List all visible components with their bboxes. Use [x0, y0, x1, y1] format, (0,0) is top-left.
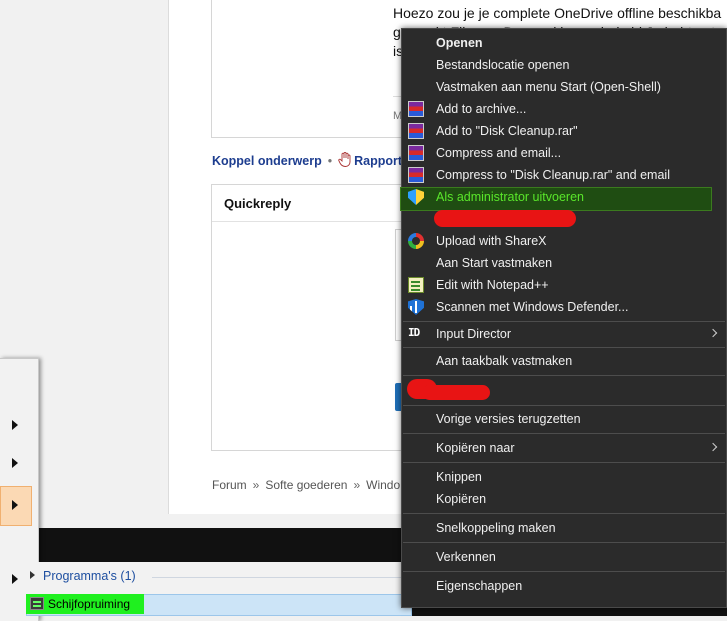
breadcrumb-windows[interactable]: Windo	[366, 478, 400, 492]
link-rapport[interactable]: Rapport	[354, 154, 402, 168]
menu-item-explorer[interactable]: Verkennen	[402, 546, 726, 568]
menu-separator	[403, 321, 725, 322]
chevron-right-icon[interactable]	[12, 458, 18, 468]
menu-item-label: Kopiëren naar	[436, 441, 515, 455]
input-director-icon: ID	[408, 326, 420, 339]
breadcrumb-softe-goederen[interactable]: Softe goederen	[265, 478, 347, 492]
breadcrumb-forum[interactable]: Forum	[212, 478, 247, 492]
menu-item-previous-versions[interactable]: Vorige versies terugzetten	[402, 408, 726, 430]
winrar-icon	[408, 101, 424, 117]
menu-item-pin-start[interactable]: Aan Start vastmaken	[402, 252, 726, 274]
menu-item-label: Vastmaken aan menu Start (Open-Shell)	[436, 80, 661, 94]
breadcrumb-sep: »	[252, 478, 260, 492]
menu-item-copy[interactable]: Kopiëren	[402, 488, 726, 510]
menu-separator	[403, 347, 725, 348]
chevron-right-icon[interactable]	[12, 500, 18, 510]
winrar-icon	[408, 123, 424, 139]
menu-item-copy-to[interactable]: Kopiëren naar	[402, 437, 726, 459]
uac-shield-icon	[408, 189, 424, 205]
menu-separator	[403, 375, 725, 376]
menu-item-run-as-admin[interactable]: Als administrator uitvoeren	[402, 186, 726, 208]
menu-item-label: Edit with Notepad++	[436, 278, 549, 292]
menu-item-label: Scannen met Windows Defender...	[436, 300, 629, 314]
menu-item-create-shortcut[interactable]: Snelkoppeling maken	[402, 517, 726, 539]
programs-group-header[interactable]: Programma's (1)	[30, 569, 136, 583]
caret-right-icon	[30, 571, 35, 579]
menu-item-defender[interactable]: Scannen met Windows Defender...	[402, 296, 726, 318]
menu-item-sharex[interactable]: Upload with ShareX	[402, 230, 726, 252]
post-line: Hoezo zou je je complete OneDrive offlin…	[393, 5, 722, 21]
winrar-icon	[408, 167, 424, 183]
menu-item-label: Verkennen	[436, 550, 496, 564]
menu-item-label: Als administrator uitvoeren	[436, 190, 584, 204]
menu-item-open[interactable]: Openen	[402, 32, 726, 54]
menu-item-label: Upload with ShareX	[436, 234, 547, 248]
menu-item-label: Vorige versies terugzetten	[436, 412, 581, 426]
group-divider	[152, 577, 408, 578]
disk-cleanup-icon	[30, 597, 44, 610]
menu-item-label: Kopiëren	[436, 492, 487, 506]
menu-item-pin-start-openshell[interactable]: Vastmaken aan menu Start (Open-Shell)	[402, 76, 726, 98]
breadcrumb-sep: »	[353, 478, 361, 492]
menu-item-pin-taskbar[interactable]: Aan taakbalk vastmaken	[402, 350, 726, 372]
menu-item-properties[interactable]: Eigenschappen	[402, 575, 726, 597]
breadcrumb: Forum » Softe goederen » Windo	[212, 478, 400, 492]
menu-item-label: Add to archive...	[436, 102, 527, 116]
sharex-icon	[408, 233, 424, 249]
menu-item-input-director[interactable]: ID Input Director	[402, 323, 726, 345]
menu-item-add-to-rar[interactable]: Add to "Disk Cleanup.rar"	[402, 120, 726, 142]
menu-item-open-location[interactable]: Bestandslocatie openen	[402, 54, 726, 76]
chevron-right-icon	[708, 328, 718, 338]
link-separator: •	[327, 154, 333, 168]
topic-links: Koppel onderwerp • Rapport	[212, 151, 402, 168]
menu-item-label: Compress to "Disk Cleanup.rar" and email	[436, 168, 670, 182]
menu-item-label: Compress and email...	[436, 146, 562, 160]
menu-separator	[403, 571, 725, 572]
quickreply-title: Quickreply	[224, 196, 292, 211]
menu-item-compress-rar-email[interactable]: Compress to "Disk Cleanup.rar" and email	[402, 164, 726, 186]
link-koppel-onderwerp[interactable]: Koppel onderwerp	[212, 154, 322, 168]
notepadpp-icon	[408, 277, 424, 293]
menu-separator	[403, 462, 725, 463]
menu-item-notepadpp[interactable]: Edit with Notepad++	[402, 274, 726, 296]
menu-item-label: Snelkoppeling maken	[436, 521, 556, 535]
programs-header-label: Programma's (1)	[43, 569, 136, 583]
menu-item-label: Bestandslocatie openen	[436, 58, 570, 72]
menu-separator	[403, 542, 725, 543]
menu-separator	[403, 513, 725, 514]
menu-item-label: Input Director	[436, 327, 512, 341]
menu-separator	[403, 433, 725, 434]
chevron-right-icon	[708, 442, 718, 452]
menu-separator	[403, 405, 725, 406]
redaction-mark	[422, 385, 490, 400]
chevron-right-icon[interactable]	[12, 574, 18, 584]
search-result-label: Schijfopruiming	[48, 597, 131, 611]
menu-item-label: Eigenschappen	[436, 579, 523, 593]
menu-item-cut[interactable]: Knippen	[402, 466, 726, 488]
menu-item-label: Aan Start vastmaken	[436, 256, 553, 270]
menu-item-label: Openen	[436, 36, 483, 50]
chevron-right-icon[interactable]	[12, 420, 18, 430]
defender-shield-icon	[408, 299, 424, 315]
menu-item-add-to-archive[interactable]: Add to archive...	[402, 98, 726, 120]
menu-item-label: Knippen	[436, 470, 482, 484]
redaction-mark	[434, 210, 576, 227]
menu-item-label: Add to "Disk Cleanup.rar"	[436, 124, 578, 138]
winrar-icon	[408, 145, 424, 161]
menu-item-compress-email[interactable]: Compress and email...	[402, 142, 726, 164]
hand-pointer-icon	[338, 151, 352, 167]
context-menu: Openen Bestandslocatie openen Vastmaken …	[400, 28, 727, 608]
menu-item-label: Aan taakbalk vastmaken	[436, 354, 573, 368]
